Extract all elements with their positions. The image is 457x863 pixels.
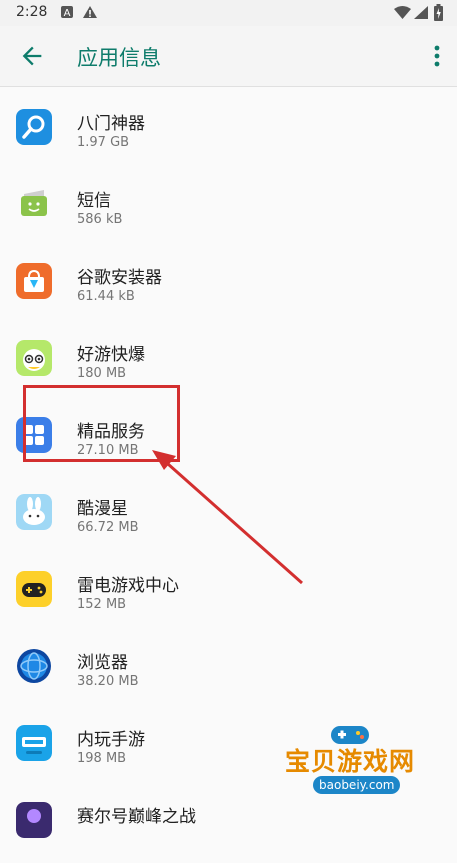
watermark-url: baobeiy.com — [313, 776, 401, 794]
watermark: 宝贝游戏网 baobeiy.com — [285, 720, 455, 810]
watermark-title: 宝贝游戏网 — [285, 747, 416, 776]
annotation-arrow — [152, 450, 303, 585]
